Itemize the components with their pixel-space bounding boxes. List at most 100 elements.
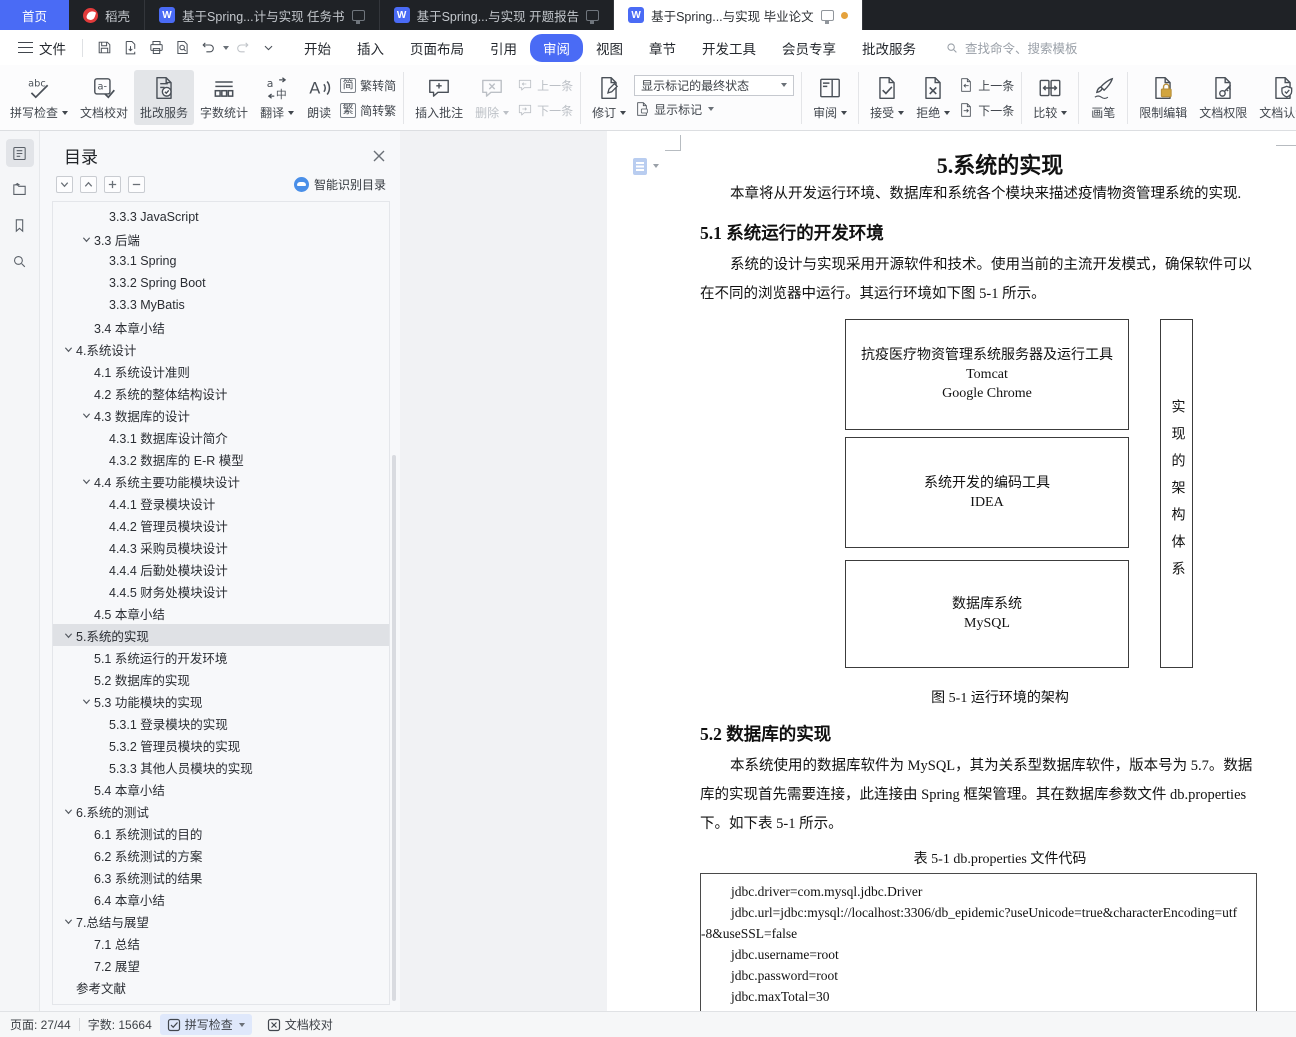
reject-revision-button[interactable]: 拒绝 <box>910 70 956 125</box>
next-comment-button[interactable]: 下一条 <box>517 99 573 122</box>
delete-comment-button[interactable]: 删除 <box>469 70 515 125</box>
toc-item[interactable]: 5.系统的实现 <box>53 624 389 646</box>
insert-comment-button[interactable]: 插入批注 <box>409 70 469 125</box>
chevron-down-icon[interactable] <box>64 345 73 354</box>
ribbon-tab[interactable]: 审阅 <box>530 33 583 62</box>
prev-revision-button[interactable]: 上一条 <box>958 74 1014 97</box>
show-markup-button[interactable]: 显示标记 <box>634 98 794 121</box>
find-panel-button[interactable] <box>6 247 34 275</box>
window-tab[interactable]: W 基于Spring...与实现 毕业论文 <box>614 0 863 30</box>
toc-item[interactable]: 7.2 展望 <box>53 954 389 976</box>
chevron-down-icon[interactable] <box>82 697 91 706</box>
toc-item[interactable]: 4.4.4 后勤处模块设计 <box>53 558 389 580</box>
chevron-down-icon[interactable] <box>82 235 91 244</box>
toc-item[interactable]: 4.4.5 财务处模块设计 <box>53 580 389 602</box>
ribbon-tab[interactable]: 开始 <box>291 34 344 62</box>
chevron-down-icon[interactable] <box>64 807 73 816</box>
spellcheck-button[interactable]: abc 拼写检查 <box>4 70 74 125</box>
close-icon[interactable] <box>372 149 386 163</box>
toc-item[interactable]: 3.3.1 Spring <box>53 250 389 272</box>
simplified-to-traditional-button[interactable]: 繁 简转繁 <box>340 99 396 122</box>
status-proofread-button[interactable]: 文档校对 <box>260 1014 340 1035</box>
ribbon-tab[interactable]: 视图 <box>583 34 636 62</box>
save-button[interactable] <box>91 36 117 60</box>
toc-item[interactable]: 致 谢 <box>53 998 389 1005</box>
toc-item[interactable]: 7.总结与展望 <box>53 910 389 932</box>
toc-item[interactable]: 4.3.1 数据库设计简介 <box>53 426 389 448</box>
ribbon-tab[interactable]: 开发工具 <box>689 34 769 62</box>
ribbon-tab[interactable]: 插入 <box>344 34 397 62</box>
next-revision-button[interactable]: 下一条 <box>958 99 1014 122</box>
toc-item[interactable]: 3.3.3 JavaScript <box>53 206 389 228</box>
toc-scrollbar[interactable] <box>392 455 396 1001</box>
document-page[interactable]: 5.系统的实现 本章将从开发运行环境、数据库和系统各个模块来描述疫情物资管理系统… <box>607 131 1296 1011</box>
chapter-panel-button[interactable] <box>6 175 34 203</box>
chevron-down-icon[interactable] <box>64 917 73 926</box>
print-preview-button[interactable] <box>169 36 195 60</box>
accept-revision-button[interactable]: 接受 <box>864 70 910 125</box>
chevron-down-icon[interactable] <box>82 411 91 420</box>
smart-toc-button[interactable]: 智能识别目录 <box>293 176 386 193</box>
chevron-down-icon[interactable] <box>82 477 91 486</box>
toc-item[interactable]: 6.3 系统测试的结果 <box>53 866 389 888</box>
window-tab[interactable]: 首页 <box>0 0 70 30</box>
chevron-down-icon[interactable] <box>64 631 73 640</box>
toc-item[interactable]: 5.3.2 管理员模块的实现 <box>53 734 389 756</box>
toc-item[interactable]: 4.4.3 采购员模块设计 <box>53 536 389 558</box>
toc-item[interactable]: 5.4 本章小结 <box>53 778 389 800</box>
ribbon-tab[interactable]: 页面布局 <box>397 34 477 62</box>
doc-permission-button[interactable]: 文档权限 <box>1193 70 1253 125</box>
toc-item[interactable]: 4.4 系统主要功能模块设计 <box>53 470 389 492</box>
toc-item[interactable]: 5.1 系统运行的开发环境 <box>53 646 389 668</box>
toc-item[interactable]: 4.1 系统设计准则 <box>53 360 389 382</box>
command-search[interactable]: 查找命令、搜索模板 <box>945 38 1078 57</box>
proofread-button[interactable]: a- 文档校对 <box>74 70 134 125</box>
page-settings-button[interactable] <box>633 158 659 175</box>
window-tab[interactable]: W 基于Spring...与实现 开题报告 <box>380 0 615 30</box>
toc-item[interactable]: 4.4.1 登录模块设计 <box>53 492 389 514</box>
redo-button[interactable] <box>229 36 255 60</box>
undo-button[interactable] <box>195 36 221 60</box>
toc-item[interactable]: 3.3.3 MyBatis <box>53 294 389 316</box>
print-button[interactable] <box>143 36 169 60</box>
ribbon-tab[interactable]: 引用 <box>477 34 530 62</box>
toc-item[interactable]: 5.2 数据库的实现 <box>53 668 389 690</box>
word-count-indicator[interactable]: 字数: 15664 <box>88 1016 152 1033</box>
zoom-out-button[interactable] <box>128 176 145 193</box>
toc-item[interactable]: 4.3.2 数据库的 E-R 模型 <box>53 448 389 470</box>
toc-item[interactable]: 4.4.2 管理员模块设计 <box>53 514 389 536</box>
ribbon-tab[interactable]: 章节 <box>636 34 689 62</box>
file-menu-button[interactable]: 文件 <box>10 38 74 58</box>
toc-item[interactable]: 4.2 系统的整体结构设计 <box>53 382 389 404</box>
toc-item[interactable]: 3.4 本章小结 <box>53 316 389 338</box>
ribbon-tab[interactable]: 批改服务 <box>849 34 929 62</box>
toolbar-more-button[interactable] <box>255 36 281 60</box>
track-changes-button[interactable]: 修订 <box>586 70 632 125</box>
traditional-to-simplified-button[interactable]: 简 繁转简 <box>340 74 396 97</box>
bookmark-panel-button[interactable] <box>6 211 34 239</box>
toc-item[interactable]: 6.1 系统测试的目的 <box>53 822 389 844</box>
restrict-editing-button[interactable]: 限制编辑 <box>1133 70 1193 125</box>
toc-item[interactable]: 4.5 本章小结 <box>53 602 389 624</box>
toc-item[interactable]: 5.3.3 其他人员模块的实现 <box>53 756 389 778</box>
toc-item[interactable]: 6.4 本章小结 <box>53 888 389 910</box>
window-tab[interactable]: W 基于Spring...计与实现 任务书 <box>145 0 380 30</box>
translate-button[interactable]: a中 翻译 <box>254 70 300 125</box>
toc-item[interactable]: 4.3 数据库的设计 <box>53 404 389 426</box>
toc-item[interactable]: 4.系统设计 <box>53 338 389 360</box>
expand-all-button[interactable] <box>56 176 73 193</box>
toc-item[interactable]: 3.3 后端 <box>53 228 389 250</box>
status-spellcheck-button[interactable]: 拼写检查 <box>159 1014 252 1035</box>
review-pane-button[interactable]: 审阅 <box>807 70 853 125</box>
zoom-in-button[interactable] <box>104 176 121 193</box>
window-tab[interactable]: 稻壳 <box>69 0 146 30</box>
collapse-all-button[interactable] <box>80 176 97 193</box>
brush-button[interactable]: 画笔 <box>1084 70 1122 125</box>
toc-item[interactable]: 7.1 总结 <box>53 932 389 954</box>
toc-item[interactable]: 参考文献 <box>53 976 389 998</box>
ribbon-tab[interactable]: 会员专享 <box>769 34 849 62</box>
toc-item[interactable]: 6.2 系统测试的方案 <box>53 844 389 866</box>
doc-authentication-button[interactable]: 文档认证 <box>1253 70 1296 125</box>
review-service-button[interactable]: 批改服务 <box>134 70 195 125</box>
markup-state-select[interactable]: 显示标记的最终状态 <box>634 74 795 96</box>
